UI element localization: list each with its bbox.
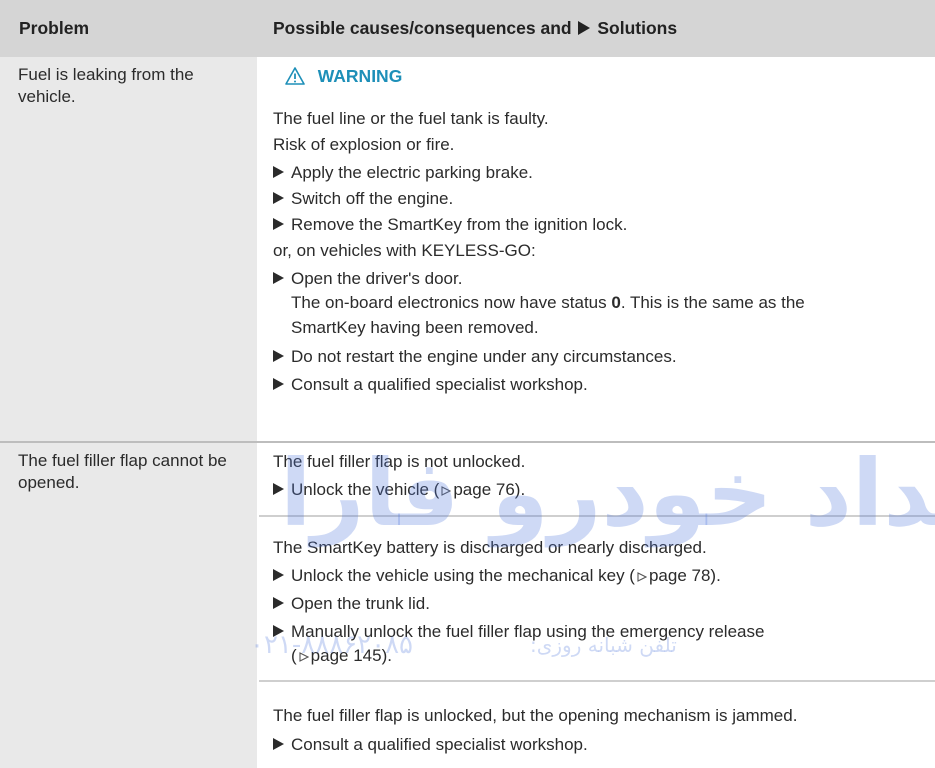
step-text: Remove the SmartKey from the ignition lo… xyxy=(291,215,628,234)
cause-text: The SmartKey battery is discharged or ne… xyxy=(273,538,707,557)
step-note: SmartKey having been removed. xyxy=(291,318,539,337)
step-text: Consult a qualified specialist workshop. xyxy=(291,375,588,394)
warning-label: WARNING xyxy=(317,66,403,86)
cause-text: Risk of explosion or fire. xyxy=(273,135,455,154)
or-text: or, on vehicles with KEYLESS-GO: xyxy=(273,241,536,260)
step-text: Consult a qualified specialist workshop. xyxy=(291,735,588,754)
step-arrow-icon xyxy=(273,192,284,204)
sub-separator xyxy=(259,680,935,682)
step-text: ). xyxy=(514,480,526,499)
troubleshooting-table: Problem Possible causes/consequences and… xyxy=(0,0,935,768)
table-header: Problem Possible causes/consequences and… xyxy=(0,0,935,57)
step-note: The on-board electronics now have status… xyxy=(291,293,805,313)
step-arrow-icon xyxy=(273,166,284,178)
column-divider xyxy=(257,57,259,441)
solution-step: Open the driver's door. xyxy=(273,269,462,289)
step-arrow-icon xyxy=(273,569,284,581)
solution-step: Consult a qualified specialist workshop. xyxy=(273,735,588,755)
problem-text: Fuel is leaking from the vehicle. xyxy=(18,65,194,106)
solution-step: Do not restart the engine under any circ… xyxy=(273,347,677,367)
solution-step: Manually unlock the fuel filler flap usi… xyxy=(273,622,764,642)
solution-step: Unlock the vehicle ( page 76). xyxy=(273,480,525,500)
step-text: Apply the electric parking brake. xyxy=(291,163,533,182)
step-text: ). xyxy=(381,646,392,665)
header-solutions-label: Possible causes/consequences and xyxy=(273,18,572,38)
step-arrow-icon xyxy=(273,597,284,609)
cause-text: The fuel filler flap is not unlocked. xyxy=(273,452,526,471)
step-arrow-icon xyxy=(273,272,284,284)
solution-step: Switch off the engine. xyxy=(273,189,453,209)
step-arrow-icon xyxy=(273,625,284,637)
page-ref-icon xyxy=(637,567,648,582)
header-problem: Problem xyxy=(19,18,90,38)
page-reference[interactable]: page 78 xyxy=(649,566,710,585)
solution-step: Unlock the vehicle using the mechanical … xyxy=(273,566,721,586)
warning-triangle-icon xyxy=(285,67,305,90)
solution-step: Consult a qualified specialist workshop. xyxy=(273,375,588,395)
warning-heading: WARNING xyxy=(285,66,402,90)
step-note-text: The on-board electronics now have status xyxy=(291,293,612,312)
problem-cell: Fuel is leaking from the vehicle. xyxy=(0,57,257,441)
step-note-text: . This is the same as the xyxy=(620,293,805,312)
triangle-bullet-icon xyxy=(578,21,591,35)
step-text: Switch off the engine. xyxy=(291,189,454,208)
page-reference[interactable]: page 145 xyxy=(311,646,382,665)
page-ref-icon xyxy=(441,481,452,496)
step-arrow-icon xyxy=(273,738,284,750)
solution-step: Apply the electric parking brake. xyxy=(273,163,533,183)
solution-step: Remove the SmartKey from the ignition lo… xyxy=(273,215,627,235)
solution-step: Open the trunk lid. xyxy=(273,594,430,614)
step-text: Open the trunk lid. xyxy=(291,594,430,613)
cause-text: The fuel filler flap is unlocked, but th… xyxy=(273,706,798,725)
problem-text: The fuel filler flap cannot be opened. xyxy=(18,451,227,492)
cause-text: The fuel line or the fuel tank is faulty… xyxy=(273,109,549,128)
problem-cell: The fuel filler flap cannot be opened. xyxy=(0,443,257,768)
header-solutions-suffix: Solutions xyxy=(597,18,678,38)
step-arrow-icon xyxy=(273,378,284,390)
status-value: 0 xyxy=(611,293,621,312)
sub-separator xyxy=(259,515,935,517)
step-arrow-icon xyxy=(273,350,284,362)
step-text: Do not restart the engine under any circ… xyxy=(291,347,677,366)
header-solutions: Possible causes/consequences and Solutio… xyxy=(273,18,677,39)
step-text: Unlock the vehicle using the mechanical … xyxy=(291,566,635,585)
step-arrow-icon xyxy=(273,218,284,230)
column-divider xyxy=(257,443,259,768)
page-reference[interactable]: page 76 xyxy=(453,480,514,499)
step-note: (page 145). xyxy=(291,646,392,665)
step-text: ). xyxy=(710,566,721,585)
step-text: Unlock the vehicle ( xyxy=(291,480,440,499)
step-text: Manually unlock the fuel filler flap usi… xyxy=(291,622,765,641)
step-arrow-icon xyxy=(273,483,284,495)
step-text: Open the driver's door. xyxy=(291,269,463,288)
page-ref-icon xyxy=(299,647,309,662)
